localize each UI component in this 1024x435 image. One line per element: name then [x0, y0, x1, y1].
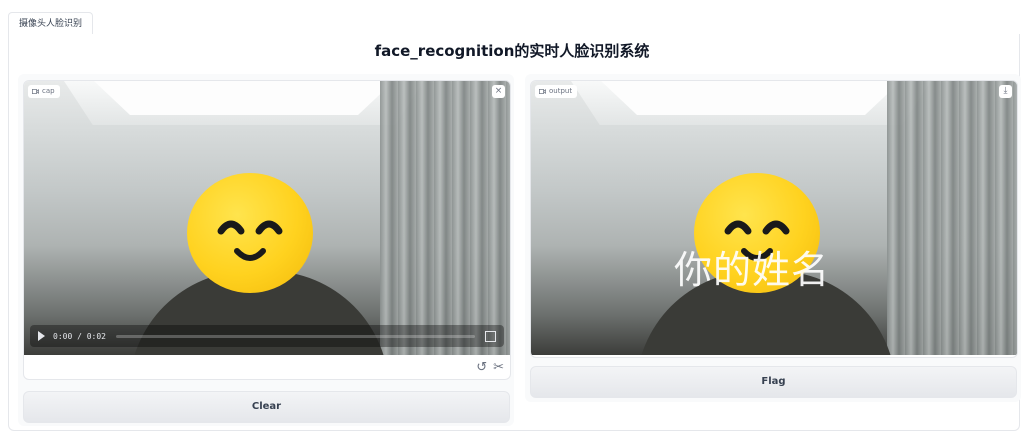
curtain [887, 81, 1017, 355]
output-label-text: output [549, 87, 573, 95]
input-video[interactable]: 0:00 / 0:02 [24, 81, 510, 355]
curtain [380, 81, 510, 355]
fullscreen-icon[interactable] [485, 330, 496, 342]
recognized-name-label: 你的姓名 [674, 248, 831, 292]
smiley-emoji-icon [187, 173, 313, 293]
clear-button[interactable]: Clear [23, 391, 510, 423]
output-column: 你的姓名 output ⤓ Flag [525, 74, 1021, 402]
tab-bar: 摄像头人脸识别 [8, 12, 1018, 36]
output-label: output [535, 85, 578, 98]
download-icon[interactable]: ⤓ [999, 85, 1012, 98]
input-label-text: cap [42, 87, 55, 95]
ceiling-light [601, 81, 901, 115]
tab-camera-face-recognition[interactable]: 摄像头人脸识别 [8, 12, 94, 36]
play-icon[interactable] [38, 331, 45, 341]
input-column: 0:00 / 0:02 cap × ↺ ✂ Clear [18, 74, 514, 426]
input-video-component: 0:00 / 0:02 cap × ↺ ✂ [23, 80, 511, 380]
edit-tools: ↺ ✂ [476, 360, 504, 375]
flag-button[interactable]: Flag [530, 366, 1017, 398]
video-controls: 0:00 / 0:02 [30, 325, 504, 347]
output-video-component: 你的姓名 output ⤓ [530, 80, 1018, 358]
video-camera-icon [539, 89, 546, 94]
undo-icon[interactable]: ↺ [476, 360, 487, 375]
video-camera-icon [32, 89, 39, 94]
video-time: 0:00 / 0:02 [53, 331, 106, 341]
scissors-icon[interactable]: ✂ [493, 360, 504, 375]
output-video[interactable]: 你的姓名 [531, 81, 1017, 355]
input-label: cap [28, 85, 60, 98]
video-seek-bar[interactable] [115, 334, 475, 338]
close-icon[interactable]: × [492, 85, 505, 98]
page-title: face_recognition的实时人脸识别系统 [374, 42, 650, 60]
ceiling-light [94, 81, 394, 115]
